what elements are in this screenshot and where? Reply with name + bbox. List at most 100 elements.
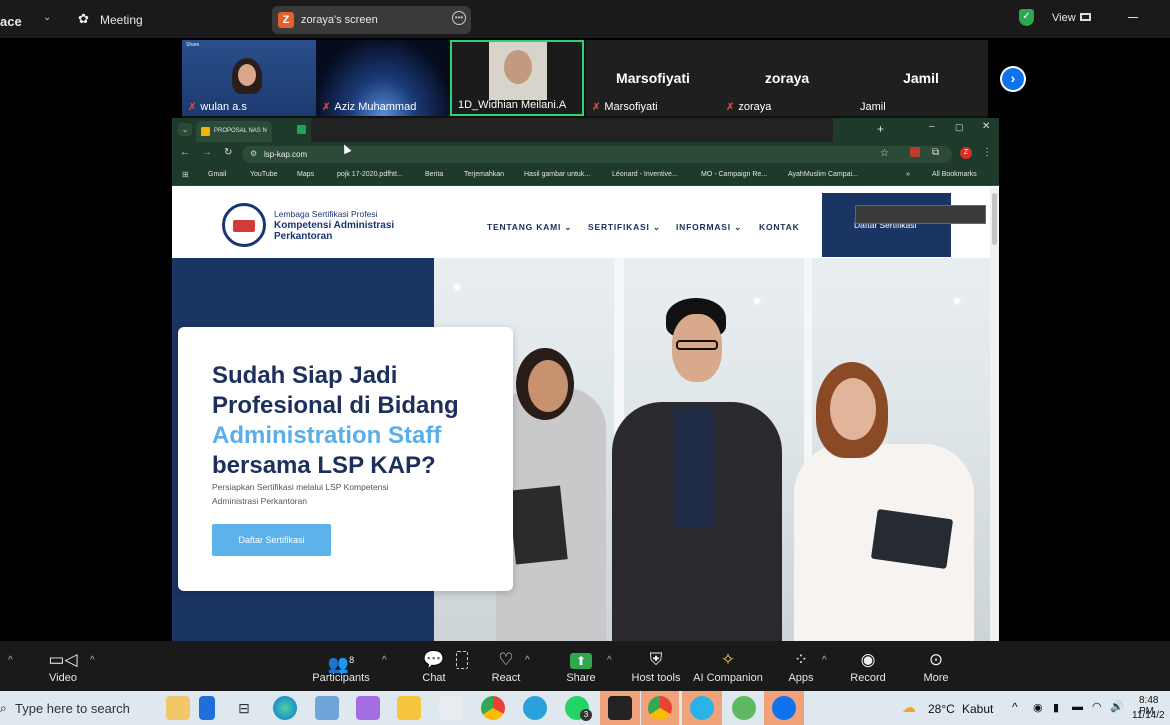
chrome-icon — [648, 696, 672, 720]
copilot-icon[interactable] — [199, 696, 215, 720]
chevron-up-icon[interactable]: ^ — [382, 655, 387, 666]
minimize-icon[interactable]: – — [929, 121, 935, 132]
reload-icon[interactable]: ↻ — [224, 147, 232, 158]
kebab-menu-icon[interactable]: ⋮ — [982, 147, 992, 158]
security-shield-icon[interactable]: ✓ — [1019, 9, 1034, 26]
app-icon[interactable] — [439, 696, 463, 720]
participants-button[interactable]: 👥8 Participants — [306, 641, 376, 691]
telegram-icon[interactable] — [523, 696, 547, 720]
whatsapp-icon[interactable]: 3 — [565, 696, 592, 721]
battery-icon[interactable]: ▮ — [1053, 701, 1059, 714]
back-icon[interactable]: ← — [180, 147, 190, 158]
apps-grid-icon[interactable]: ⊞ — [182, 170, 189, 179]
chevron-up-icon[interactable]: ^ — [822, 655, 827, 666]
captions-icon[interactable] — [456, 651, 468, 669]
view-menu[interactable]: View — [1052, 12, 1076, 24]
file-explorer-icon[interactable] — [397, 696, 421, 720]
weather-temperature[interactable]: 28°C — [928, 702, 955, 716]
bookmark-star-icon[interactable]: ☆ — [880, 148, 889, 159]
react-button[interactable]: ♡ React — [471, 641, 541, 691]
wifi-icon[interactable]: ◠ — [1092, 700, 1102, 713]
nav-kontak[interactable]: KONTAK — [759, 222, 800, 232]
participant-tile[interactable]: Share ✗ wulan a.s — [182, 40, 316, 116]
tray-app-icon[interactable]: ◉ — [1033, 701, 1043, 714]
bookmark-item[interactable]: Terjemahkan — [464, 171, 504, 178]
nav-tentang-kami[interactable]: TENTANG KAMI ⌄ — [487, 222, 572, 233]
taskbar-active-app[interactable] — [600, 691, 640, 725]
restore-icon[interactable]: ▢ — [955, 122, 964, 133]
chevron-up-icon[interactable]: ^ — [525, 655, 530, 666]
forward-icon[interactable]: → — [202, 147, 212, 158]
search-highlight-icon[interactable] — [166, 696, 190, 720]
clock-date[interactable]: 11/14/2 — [1132, 710, 1165, 721]
chevron-down-icon[interactable]: ⌄ — [43, 12, 51, 23]
taskbar-active-app[interactable] — [764, 691, 804, 725]
bookmark-item[interactable]: Léonard - Inventive... — [612, 171, 678, 178]
app-icon[interactable] — [356, 696, 380, 720]
extensions-puzzle-icon[interactable]: ⧉ — [932, 147, 939, 158]
show-hidden-icons-icon[interactable]: ^ — [1012, 700, 1018, 714]
site-logo-text[interactable]: Lembaga Sertifikasi Profesi Kompetensi A… — [274, 209, 394, 242]
nav-sertifikasi[interactable]: SERTIFIKASI ⌄ — [588, 222, 661, 233]
participant-tile[interactable]: Marsofiyati ✗ Marsofiyati — [586, 40, 720, 116]
record-button[interactable]: ◉ Record — [833, 641, 903, 691]
grid-view-icon[interactable] — [1080, 13, 1091, 21]
participant-tile[interactable]: Jamil Jamil — [854, 40, 988, 116]
all-bookmarks[interactable]: All Bookmarks — [932, 171, 977, 178]
chevron-double-right-icon[interactable]: » — [906, 171, 910, 178]
participant-tile-active-speaker[interactable]: 1D_Widhian Meilani.A — [450, 40, 584, 116]
app-icon[interactable] — [315, 696, 339, 720]
volume-icon[interactable]: 🔊 — [1110, 700, 1124, 713]
next-page-button[interactable]: › — [1000, 66, 1026, 92]
mic-muted-icon: ✗ — [322, 102, 331, 113]
bookmark-item[interactable]: MO - Campaign Re... — [701, 171, 767, 178]
video-button[interactable]: ▭◁ Video — [28, 641, 98, 691]
share-button[interactable]: ⬆ Share — [546, 641, 616, 691]
bookmark-item[interactable]: Gmail — [208, 171, 226, 178]
tab-search-icon[interactable]: ⌄ — [178, 123, 192, 136]
chevron-up-icon[interactable]: ^ — [90, 655, 95, 666]
bookmark-item[interactable]: YouTube — [250, 171, 278, 178]
edge-icon[interactable] — [273, 696, 297, 720]
taskbar-active-app[interactable] — [682, 691, 722, 725]
close-icon[interactable]: ✕ — [982, 121, 990, 132]
new-tab-icon[interactable]: + — [877, 122, 884, 136]
bookmark-item[interactable]: Berita — [425, 171, 443, 178]
more-button[interactable]: ⊙ More — [901, 641, 971, 691]
bookmark-item[interactable]: Maps — [297, 171, 314, 178]
page-scrollbar[interactable] — [990, 187, 999, 641]
chevron-up-icon[interactable]: ^ — [607, 655, 612, 666]
bookmark-item[interactable]: AyahMuslim Campai... — [788, 171, 858, 178]
apps-button[interactable]: ⁘ Apps — [766, 641, 836, 691]
participant-tile[interactable]: ✗ Aziz Muhammad — [316, 40, 450, 116]
taskbar-search-placeholder[interactable]: Type here to search — [15, 701, 130, 716]
app-icon[interactable] — [732, 696, 756, 720]
minimize-icon[interactable] — [1128, 17, 1138, 18]
daftar-sertifikasi-button[interactable]: Daftar Sertifikasi — [212, 524, 331, 556]
sheets-icon[interactable] — [297, 125, 306, 134]
host-tools-button[interactable]: ⛨ Host tools — [621, 641, 691, 691]
nav-informasi[interactable]: INFORMASI ⌄ — [676, 222, 742, 233]
search-icon[interactable]: ⌕ — [0, 701, 7, 716]
browser-tab[interactable]: PROPOSAL NAS N — [196, 121, 272, 142]
screen-share-pill[interactable]: Z zoraya's screen ••• — [272, 6, 471, 34]
record-label: Record — [850, 672, 886, 684]
bookmark-item[interactable]: pojk 17-2020.pdfhtt... — [337, 171, 403, 178]
weather-icon[interactable]: ☁ — [902, 699, 916, 716]
profile-avatar[interactable]: Z — [960, 147, 972, 159]
nav-cta-button[interactable]: Daftar Sertifikasi — [822, 193, 951, 257]
whatsapp-badge: 3 — [580, 709, 592, 721]
task-view-icon[interactable]: ⊟ — [232, 696, 256, 720]
participant-tile[interactable]: zoraya ✗ zoraya — [720, 40, 854, 116]
meeting-menu[interactable]: Meeting — [100, 13, 143, 27]
taskbar-active-app[interactable] — [641, 691, 679, 725]
more-options-icon[interactable]: ••• — [452, 11, 466, 25]
chevron-up-icon[interactable]: ^ — [8, 655, 13, 666]
scrollbar-thumb[interactable] — [992, 193, 997, 245]
extension-icon[interactable] — [910, 147, 920, 157]
weather-description[interactable]: Kabut — [962, 702, 993, 716]
chrome-icon[interactable] — [481, 696, 505, 720]
tray-app-icon[interactable]: ▬ — [1072, 701, 1083, 713]
bookmark-item[interactable]: Hasil gambar untuk... — [524, 171, 590, 178]
ai-companion-button[interactable]: ✧ AI Companion — [693, 641, 763, 691]
